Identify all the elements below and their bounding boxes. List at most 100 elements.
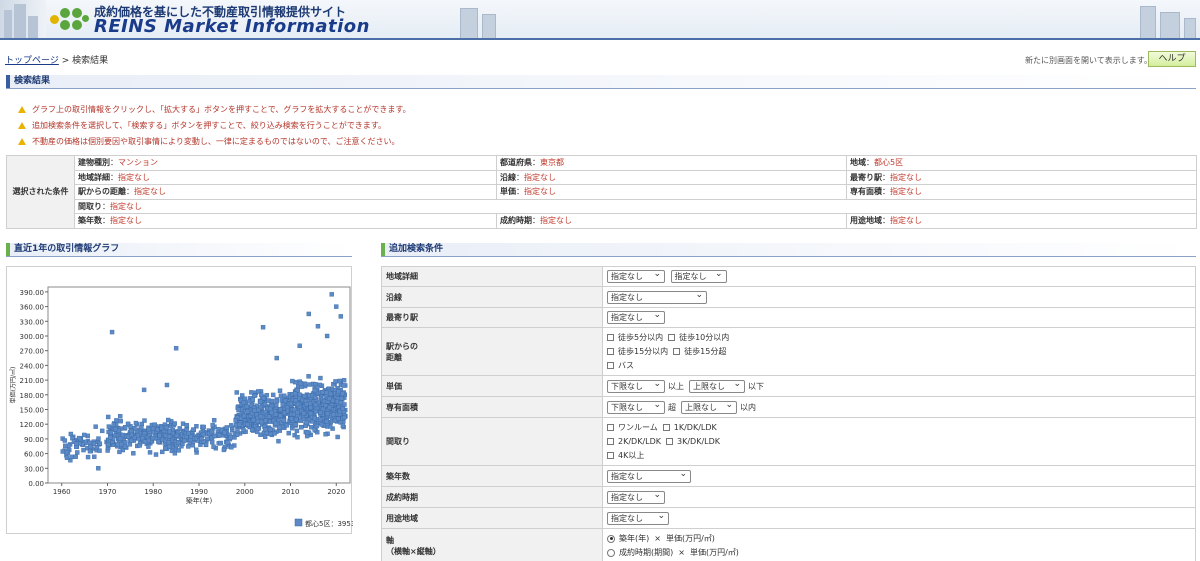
data-point	[64, 455, 70, 460]
warning-icon	[18, 137, 26, 145]
data-point	[91, 441, 97, 446]
data-point	[212, 433, 217, 439]
unit-price-max-select[interactable]: 上限なし	[689, 379, 745, 393]
area-max-select[interactable]: 上限なし	[681, 400, 737, 414]
data-point	[182, 438, 187, 444]
walk10-checkbox[interactable]	[668, 334, 676, 341]
data-point	[281, 410, 287, 416]
site-title[interactable]: REINS Market Information	[94, 16, 370, 37]
data-point	[278, 413, 283, 418]
scatter-chart[interactable]: 0.00 30.00 60.00 90.00 120.00 150.00 180.00 210…	[6, 266, 362, 535]
station-label: 最寄り駅	[381, 307, 603, 328]
data-point	[294, 417, 299, 422]
data-point	[184, 434, 189, 440]
period-select[interactable]: 指定なし	[607, 490, 665, 504]
cond-cell: 成約時期：指定なし	[496, 213, 847, 229]
line-select[interactable]: 指定なし	[607, 290, 707, 304]
area-detail-cell: 指定なし 指定なし	[602, 266, 1196, 287]
one-room-checkbox[interactable]	[607, 424, 614, 431]
selected-conditions-label: 選択された条件	[6, 155, 75, 229]
data-point	[106, 424, 112, 429]
data-point	[284, 423, 290, 428]
data-point	[250, 397, 255, 402]
data-point	[74, 441, 79, 447]
3ldk-checkbox[interactable]	[666, 438, 673, 445]
1ldk-checkbox[interactable]	[662, 424, 670, 431]
data-point	[249, 390, 254, 395]
data-point	[295, 401, 301, 407]
data-point	[210, 439, 215, 445]
data-point	[117, 449, 122, 455]
data-point	[295, 434, 300, 440]
data-point	[205, 436, 210, 441]
zoning-select[interactable]: 指定なし	[607, 511, 669, 525]
axis-age-radio[interactable]	[607, 534, 615, 543]
x-tick-label: 2000	[236, 488, 254, 496]
y-tick-label: 90.00	[24, 436, 44, 444]
data-point	[258, 413, 264, 419]
4k-plus-checkbox[interactable]	[607, 452, 614, 459]
breadcrumb-top-link[interactable]: トップページ	[5, 56, 59, 66]
cond-cell: 専有面積：指定なし	[846, 184, 1197, 200]
axis-period-radio[interactable]	[607, 548, 615, 557]
y-tick-label: 0.00	[28, 480, 44, 488]
data-point	[341, 378, 347, 383]
data-point	[268, 406, 273, 412]
line-cell: 指定なし	[602, 286, 1196, 308]
data-point	[85, 454, 91, 460]
data-point	[155, 427, 160, 432]
data-point	[338, 314, 344, 319]
data-point	[97, 448, 102, 453]
help-button[interactable]: ヘルプ	[1148, 51, 1196, 67]
data-point	[201, 424, 206, 430]
data-point	[269, 398, 275, 404]
walk15-checkbox[interactable]	[607, 348, 614, 355]
data-point	[85, 433, 90, 439]
bus-checkbox[interactable]	[607, 362, 614, 369]
2ldk-checkbox[interactable]	[607, 438, 614, 445]
data-point	[293, 422, 299, 427]
x-tick-label: 1970	[99, 488, 117, 496]
data-point	[167, 444, 172, 449]
data-point	[320, 389, 325, 395]
data-point	[335, 434, 340, 440]
data-point	[229, 423, 234, 428]
data-point	[290, 378, 295, 384]
data-point	[166, 440, 172, 445]
area-detail-select-1[interactable]: 指定なし	[607, 269, 665, 283]
data-point	[193, 447, 199, 452]
legend-label: 都心5区：3953件	[305, 519, 353, 528]
data-point	[113, 426, 118, 432]
unit-price-cell: 下限なし以上上限なし以下	[602, 375, 1196, 397]
data-point	[234, 432, 240, 437]
data-point	[184, 422, 189, 428]
area-min-select[interactable]: 下限なし	[607, 400, 665, 414]
scatter-chart-svg[interactable]: 0.00 30.00 60.00 90.00 120.00 150.00 180.00 210…	[7, 267, 362, 535]
data-point	[338, 400, 344, 405]
data-point	[163, 425, 169, 430]
y-tick-label: 360.00	[20, 304, 45, 312]
station-select[interactable]: 指定なし	[607, 310, 665, 324]
data-point	[117, 436, 123, 441]
area-detail-label: 地域詳細	[381, 266, 603, 287]
age-select[interactable]: 指定なし	[607, 469, 691, 483]
area-label: 専有面積	[381, 396, 603, 418]
data-point	[222, 430, 227, 435]
cond-cell: 駅からの距離：指定なし	[74, 184, 497, 200]
data-point	[277, 388, 283, 393]
cond-cell: 単価：指定なし	[496, 184, 847, 200]
data-point	[209, 429, 215, 435]
data-point	[324, 333, 330, 339]
data-point	[302, 393, 307, 399]
walk15-over-checkbox[interactable]	[673, 348, 681, 355]
data-point	[320, 406, 326, 412]
area-detail-select-2[interactable]: 指定なし	[670, 269, 727, 283]
unit-price-min-select[interactable]: 下限なし	[607, 379, 665, 393]
data-point	[297, 343, 302, 349]
period-cell: 指定なし	[602, 486, 1196, 508]
walk5-checkbox[interactable]	[607, 334, 614, 341]
y-tick-label: 240.00	[20, 362, 45, 370]
building-illustration-right	[1110, 0, 1200, 38]
data-point	[298, 381, 304, 386]
y-tick-label: 330.00	[20, 318, 45, 326]
